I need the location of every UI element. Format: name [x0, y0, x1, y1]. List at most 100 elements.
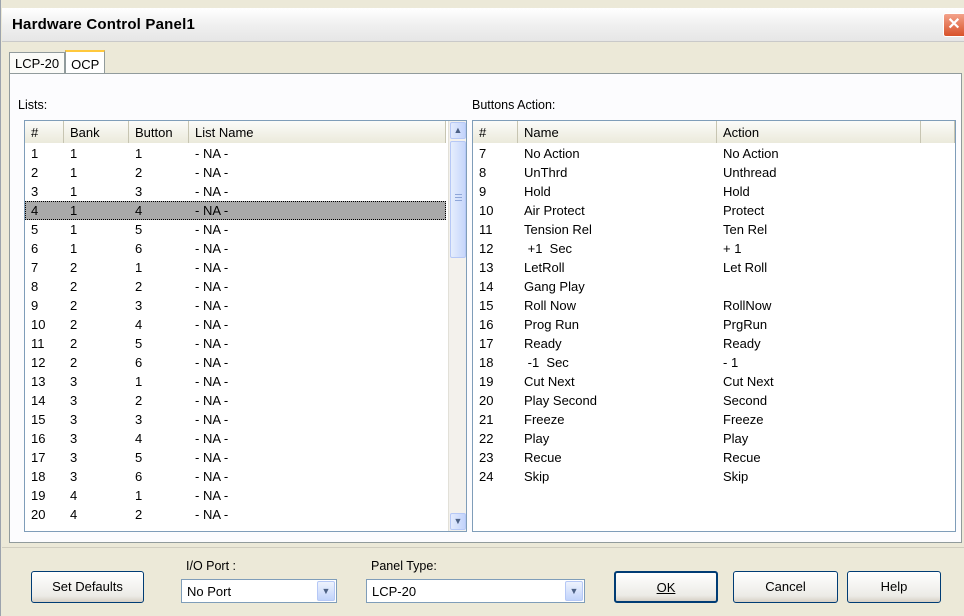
ok-button[interactable]: OK: [614, 571, 718, 603]
table-row[interactable]: 8 UnThrd Unthread: [473, 163, 955, 182]
table-row[interactable]: 4 1 4 - NA -: [25, 201, 446, 220]
table-row[interactable]: 2 1 2 - NA -: [25, 163, 446, 182]
io-port-select[interactable]: No Port ▼: [181, 579, 337, 603]
cancel-button[interactable]: Cancel: [733, 571, 838, 603]
row-list-name: - NA -: [195, 507, 229, 522]
table-row[interactable]: 15 3 3 - NA -: [25, 410, 446, 429]
row-list-name: - NA -: [195, 222, 229, 237]
column-header-button[interactable]: Button: [129, 121, 189, 143]
table-row[interactable]: 10 2 4 - NA -: [25, 315, 446, 334]
table-row[interactable]: 13 LetRoll Let Roll: [473, 258, 955, 277]
table-row[interactable]: 20 4 2 - NA -: [25, 505, 446, 524]
scrollbar-thumb[interactable]: [450, 141, 466, 258]
column-header-list-name[interactable]: List Name: [189, 121, 446, 143]
row-number: 4: [31, 203, 39, 218]
tab-ocp[interactable]: OCP: [65, 50, 106, 74]
row-number: 12: [479, 241, 494, 256]
help-button[interactable]: Help: [847, 571, 941, 603]
row-number: 13: [31, 374, 46, 389]
row-number: 17: [479, 336, 494, 351]
row-number: 12: [31, 355, 46, 370]
buttons-action-listview[interactable]: # Name Action 7 No Action No Action 8 UnThrd…: [472, 120, 956, 532]
table-row[interactable]: 19 Cut Next Cut Next: [473, 372, 955, 391]
row-action: Ten Rel: [723, 222, 768, 237]
row-bank: 1: [70, 203, 78, 218]
table-row[interactable]: 21 Freeze Freeze: [473, 410, 955, 429]
column-header-number[interactable]: #: [473, 121, 518, 143]
table-row[interactable]: 12 2 6 - NA -: [25, 353, 446, 372]
table-row[interactable]: 17 3 5 - NA -: [25, 448, 446, 467]
table-row[interactable]: 6 1 6 - NA -: [25, 239, 446, 258]
row-list-name: - NA -: [195, 298, 229, 313]
table-row[interactable]: 9 Hold Hold: [473, 182, 955, 201]
row-list-name: - NA -: [195, 355, 229, 370]
dropdown-arrow-icon[interactable]: ▼: [317, 581, 335, 601]
panel-type-select[interactable]: LCP-20 ▼: [366, 579, 585, 603]
tab-lcp-20[interactable]: LCP-20: [9, 52, 66, 74]
row-number: 7: [31, 260, 39, 275]
table-row[interactable]: 11 2 5 - NA -: [25, 334, 446, 353]
column-header-empty[interactable]: [921, 121, 955, 143]
row-list-name: - NA -: [195, 374, 229, 389]
table-row[interactable]: 13 3 1 - NA -: [25, 372, 446, 391]
table-row[interactable]: 24 Skip Skip: [473, 467, 955, 486]
row-name: Air Protect: [524, 203, 585, 218]
table-row[interactable]: 7 2 1 - NA -: [25, 258, 446, 277]
column-header-name[interactable]: Name: [518, 121, 717, 143]
table-row[interactable]: 16 3 4 - NA -: [25, 429, 446, 448]
table-row[interactable]: 19 4 1 - NA -: [25, 486, 446, 505]
row-bank: 1: [70, 222, 78, 237]
table-row[interactable]: 20 Play Second Second: [473, 391, 955, 410]
cancel-button-label: Cancel: [765, 579, 806, 594]
column-header-action[interactable]: Action: [717, 121, 921, 143]
row-number: 20: [31, 507, 46, 522]
table-row[interactable]: 23 Recue Recue: [473, 448, 955, 467]
row-button: 2: [135, 507, 143, 522]
row-number: 10: [31, 317, 46, 332]
row-name: -1 Sec: [524, 355, 569, 370]
table-row[interactable]: 18 3 6 - NA -: [25, 467, 446, 486]
close-icon[interactable]: ✕: [943, 13, 964, 37]
table-row[interactable]: 14 3 2 - NA -: [25, 391, 446, 410]
column-header-bank[interactable]: Bank: [64, 121, 129, 143]
help-button-label: Help: [880, 579, 908, 594]
row-list-name: - NA -: [195, 469, 229, 484]
scroll-up-icon[interactable]: ▲: [450, 122, 466, 139]
row-action: Hold: [723, 184, 750, 199]
lists-listview[interactable]: # Bank Button List Name 111- NA -212- NA…: [24, 120, 467, 532]
table-row[interactable]: 5 1 5 - NA -: [25, 220, 446, 239]
title-bar[interactable]: Hardware Control Panel1 ✕: [2, 8, 964, 42]
table-row[interactable]: 9 2 3 - NA -: [25, 296, 446, 315]
row-number: 16: [31, 431, 46, 446]
row-action: Let Roll: [723, 260, 768, 275]
row-number: 14: [31, 393, 46, 408]
table-row[interactable]: 11 Tension Rel Ten Rel: [473, 220, 955, 239]
lists-scrollbar[interactable]: ▲ ▼: [448, 121, 466, 531]
buttons-action-header: # Name Action: [473, 121, 955, 143]
table-row[interactable]: 18 -1 Sec - 1: [473, 353, 955, 372]
row-action: Cut Next: [723, 374, 774, 389]
row-number: 15: [31, 412, 46, 427]
table-row[interactable]: 15 Roll Now RollNow: [473, 296, 955, 315]
table-row[interactable]: 8 2 2 - NA -: [25, 277, 446, 296]
hardware-control-panel-window: Hardware Control Panel1 ✕ LCP-20 OCP Lis…: [0, 0, 964, 616]
table-row[interactable]: 3 1 3 - NA -: [25, 182, 446, 201]
table-row[interactable]: 7 No Action No Action: [473, 144, 955, 163]
lists-header: # Bank Button List Name: [25, 121, 446, 143]
set-defaults-button[interactable]: Set Defaults: [31, 571, 144, 603]
row-number: 7: [479, 146, 487, 161]
row-button: 2: [135, 279, 143, 294]
table-row[interactable]: 14 Gang Play: [473, 277, 955, 296]
dropdown-arrow-icon[interactable]: ▼: [565, 581, 583, 601]
table-row[interactable]: 16 Prog Run PrgRun: [473, 315, 955, 334]
table-row[interactable]: 12 +1 Sec + 1: [473, 239, 955, 258]
column-header-number[interactable]: #: [25, 121, 64, 143]
table-row[interactable]: 10 Air Protect Protect: [473, 201, 955, 220]
table-row[interactable]: 22 Play Play: [473, 429, 955, 448]
table-row[interactable]: 1 1 1 - NA -: [25, 144, 446, 163]
row-list-name: - NA -: [195, 336, 229, 351]
row-number: 2: [31, 165, 39, 180]
scroll-down-icon[interactable]: ▼: [450, 513, 466, 530]
table-row[interactable]: 17 Ready Ready: [473, 334, 955, 353]
row-button: 4: [135, 431, 143, 446]
